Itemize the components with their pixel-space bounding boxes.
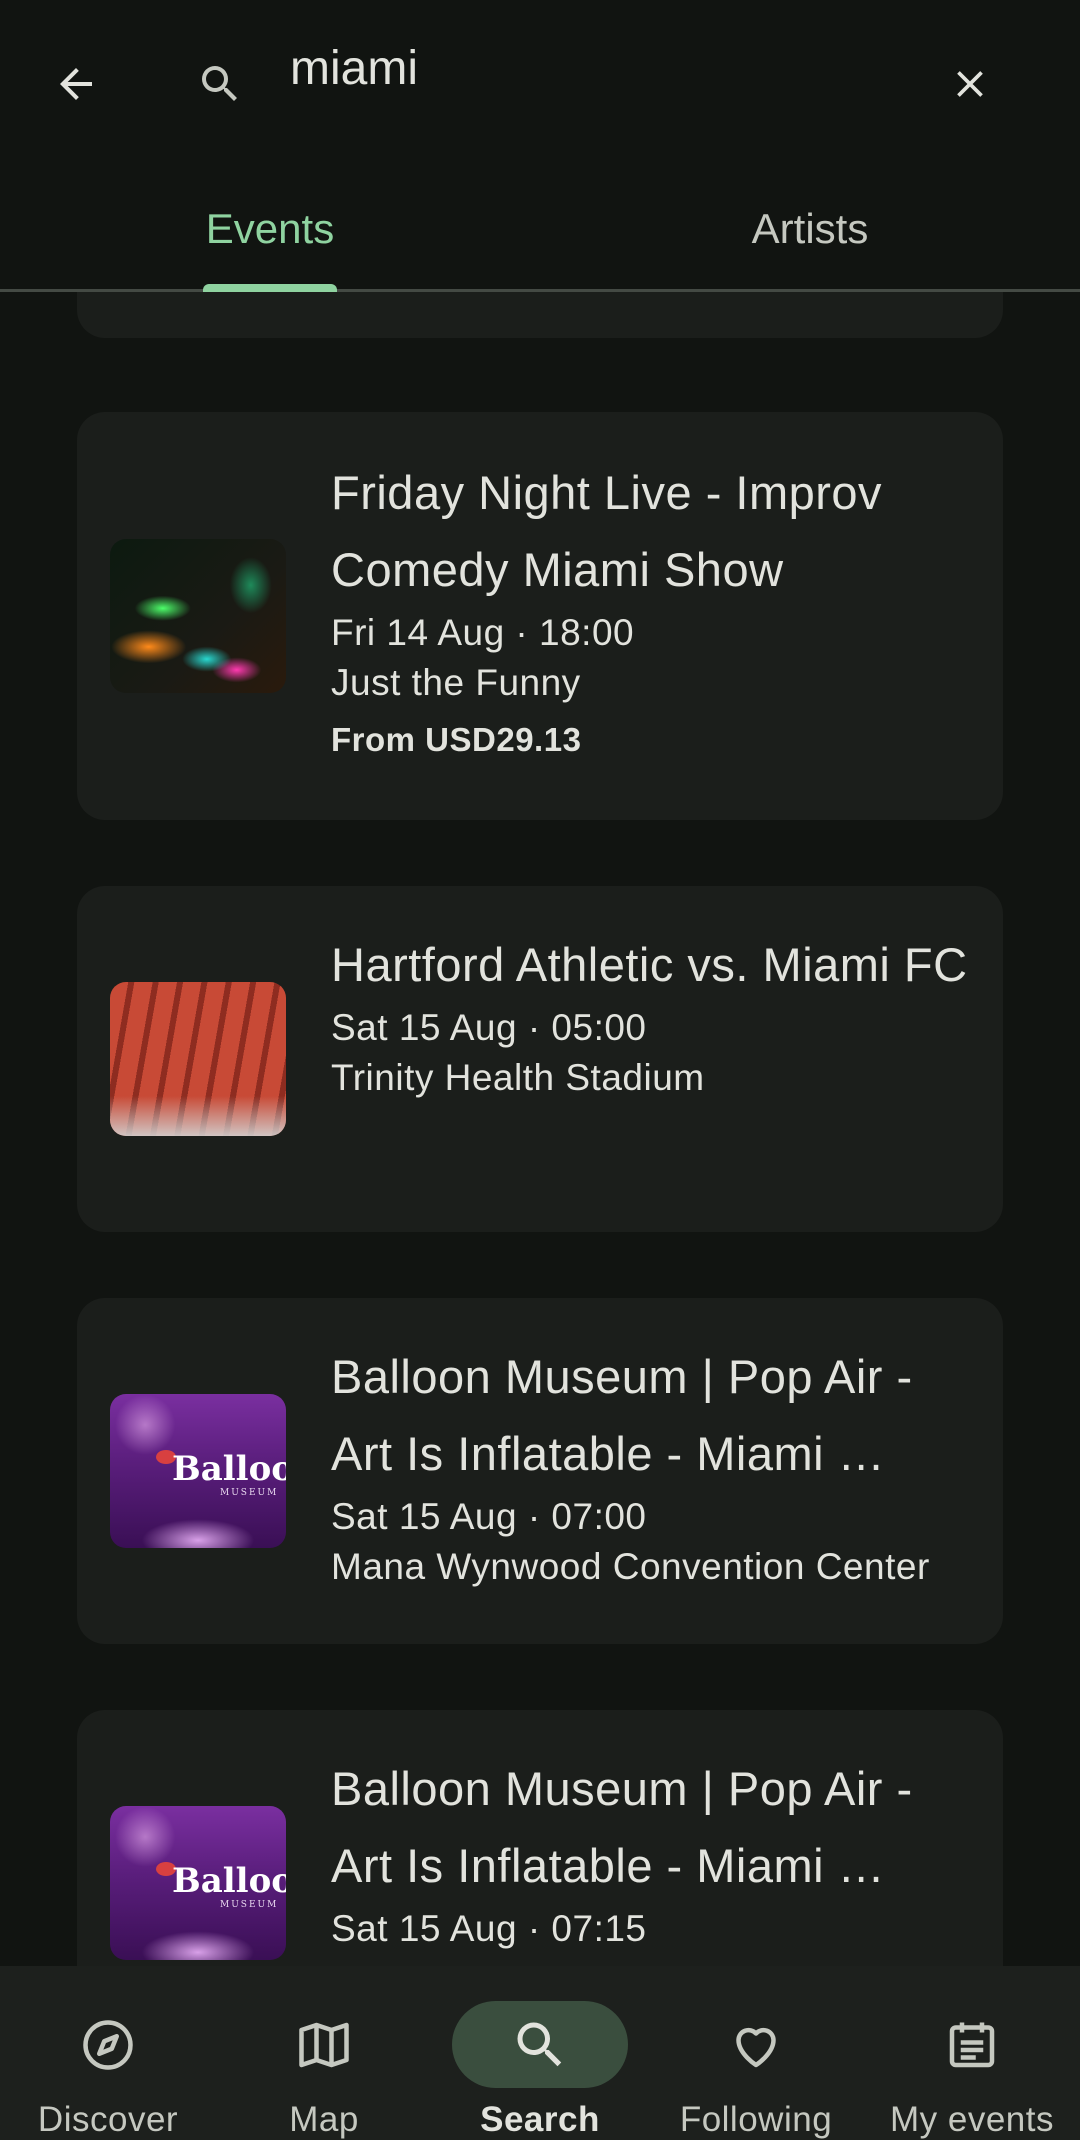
thumbnail-logo-text: Balloo — [172, 1861, 286, 1901]
tab-indicator — [203, 284, 337, 292]
back-button[interactable] — [40, 48, 112, 120]
event-card[interactable]: Balloo MUSEUM Balloon Museum | Pop Air -… — [77, 1710, 1003, 1966]
compass-icon — [83, 2019, 133, 2070]
nav-following-label: Following — [679, 2100, 833, 2139]
event-date: Sat 15 Aug · 07:15 — [331, 1908, 647, 1949]
event-card-partial[interactable] — [77, 292, 1003, 338]
search-input[interactable] — [290, 28, 910, 108]
event-date: Sat 15 Aug · 05:00 — [331, 1007, 647, 1048]
top-app-bar — [0, 0, 1080, 168]
tab-artists-label: Artists — [751, 204, 869, 252]
nav-map-label: Map — [289, 2100, 359, 2139]
event-title: Balloon Museum | Pop Air - Art Is Inflat… — [331, 1350, 913, 1480]
nav-discover-icon-wrap — [20, 2001, 196, 2088]
nav-my-events-label: My events — [890, 2100, 1054, 2139]
nav-discover-label: Discover — [37, 2100, 179, 2139]
thumbnail-logo-subtext: MUSEUM — [220, 1900, 279, 1910]
event-thumbnail — [110, 539, 286, 693]
nav-following[interactable]: Following — [668, 1966, 844, 2140]
bottom-navigation: Discover Map Search Following My events — [0, 1966, 1080, 2140]
nav-search-icon-wrap — [452, 2001, 628, 2088]
event-thumbnail — [110, 982, 286, 1136]
clear-search-button[interactable] — [934, 48, 1006, 120]
calendar-list-icon — [949, 2022, 995, 2067]
event-thumbnail: Balloo MUSEUM — [110, 1394, 286, 1548]
event-list[interactable]: Friday Night Live - Improv Comedy Miami … — [0, 292, 1080, 1966]
event-card[interactable]: Hartford Athletic vs. Miami FC Sat 15 Au… — [77, 886, 1003, 1232]
nav-map[interactable]: Map — [236, 1966, 412, 2140]
close-icon — [957, 71, 983, 97]
arrow-back-icon — [60, 68, 92, 100]
thumbnail-logo-subtext: MUSEUM — [220, 1488, 279, 1498]
event-title: Balloon Museum | Pop Air - Art Is Inflat… — [331, 1762, 913, 1892]
event-thumbnail: Balloo MUSEUM — [110, 1806, 286, 1960]
event-price: From USD29.13 — [331, 721, 582, 758]
tab-events[interactable]: Events — [0, 168, 540, 289]
event-date: Fri 14 Aug · 18:00 — [331, 612, 635, 653]
event-venue: Just the Funny — [331, 662, 581, 703]
event-venue: Mana Wynwood Convention Center — [331, 1546, 930, 1587]
event-title: Hartford Athletic vs. Miami FC — [331, 938, 968, 991]
nav-search-label: Search — [480, 2100, 600, 2139]
tab-artists[interactable]: Artists — [540, 168, 1080, 289]
event-venue: Trinity Health Stadium — [331, 1057, 705, 1098]
event-card[interactable]: Balloo MUSEUM Balloon Museum | Pop Air -… — [77, 1298, 1003, 1644]
event-card[interactable]: Friday Night Live - Improv Comedy Miami … — [77, 412, 1003, 820]
event-title: Friday Night Live - Improv Comedy Miami … — [331, 466, 883, 596]
search-icon — [202, 66, 237, 101]
nav-map-icon-wrap — [236, 2001, 412, 2088]
nav-my-events[interactable]: My events — [884, 1966, 1060, 2140]
nav-my-events-icon-wrap — [884, 2001, 1060, 2088]
heart-icon — [736, 2027, 776, 2067]
thumbnail-logo-text: Balloo — [172, 1449, 286, 1489]
nav-search[interactable]: Search — [452, 1966, 628, 2140]
nav-following-icon-wrap — [668, 2001, 844, 2088]
tab-events-label: Events — [205, 204, 335, 252]
tab-bar: Events Artists — [0, 168, 1080, 292]
nav-discover[interactable]: Discover — [20, 1966, 196, 2140]
event-date: Sat 15 Aug · 07:00 — [331, 1496, 647, 1537]
search-icon — [517, 2022, 562, 2066]
map-icon — [299, 2022, 349, 2067]
